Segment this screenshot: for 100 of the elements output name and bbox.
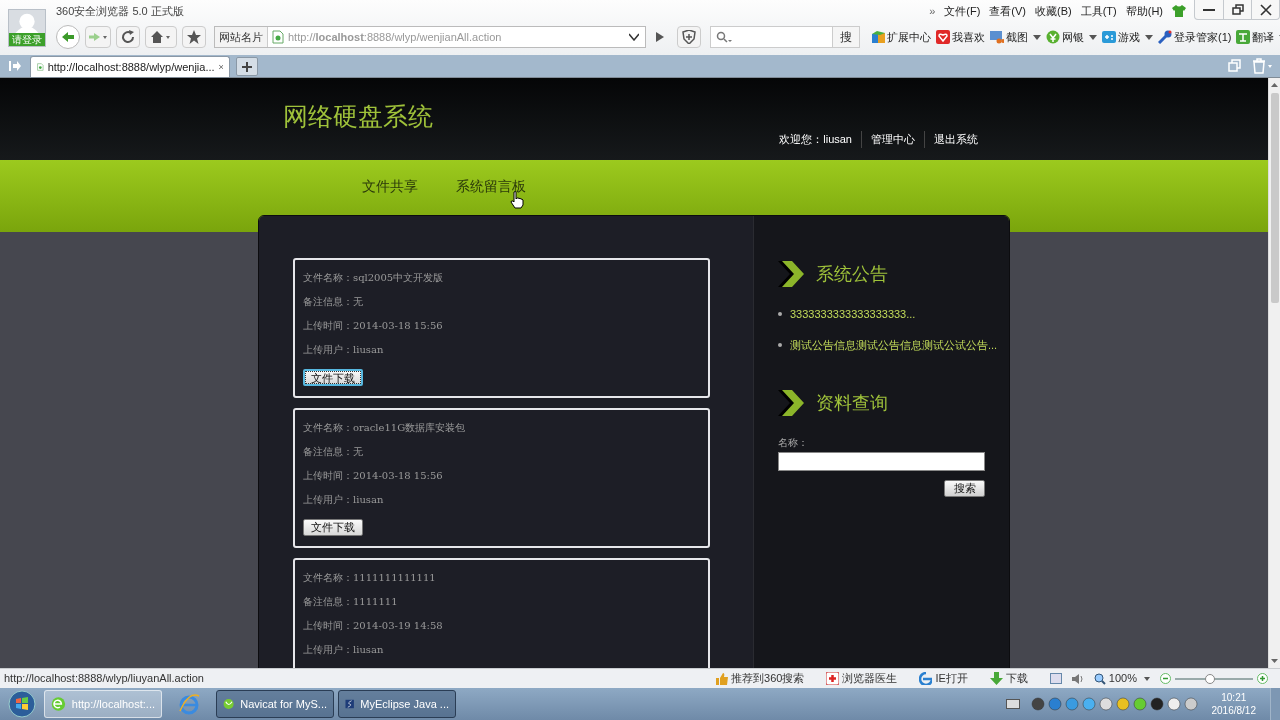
zoom-in-icon[interactable] <box>1257 673 1268 684</box>
plus-icon <box>242 61 252 72</box>
restore-icon <box>1231 3 1244 16</box>
toolbar-button[interactable]: 网银 <box>1046 27 1097 47</box>
header-link[interactable]: 退出系统 <box>924 131 987 148</box>
name-input-field[interactable] <box>778 452 985 471</box>
search-button[interactable]: 搜 <box>832 27 859 47</box>
section-title: 资料查询 <box>816 391 888 415</box>
section-title: 系统公告 <box>816 262 888 286</box>
keyboard-icon[interactable] <box>1005 699 1020 709</box>
start-orb-icon <box>8 690 36 718</box>
menu-item[interactable]: 收藏(B) <box>1035 2 1072 20</box>
toolbar-button[interactable]: 截图 <box>990 27 1041 47</box>
windows-icon[interactable] <box>1228 59 1242 73</box>
bullet <box>778 342 782 347</box>
tray-icon[interactable] <box>1166 697 1181 711</box>
toolbar-button[interactable]: 扩展中心 <box>871 27 931 47</box>
notice-link[interactable]: 3333333333333333333... <box>790 306 916 323</box>
trash-icon[interactable] <box>1252 58 1272 74</box>
file-info-text: 上传时间：2014-03-19 14:58 <box>303 619 444 633</box>
security-button[interactable] <box>677 26 701 48</box>
overflow-chevron[interactable]: » <box>929 2 936 20</box>
menu-item[interactable]: 查看(V) <box>989 2 1026 20</box>
close-icon <box>1259 3 1272 16</box>
new-tab-button[interactable] <box>236 57 258 76</box>
nav-link[interactable]: 文件共享 <box>362 176 418 196</box>
toolbar-app-icon <box>1158 30 1172 44</box>
notice-link[interactable]: 测试公告信息测试公告信息测试公试公告... <box>790 336 998 353</box>
file-info-text: 上传用户：liusan <box>303 643 385 657</box>
file-info-text: 上传用户：liusan <box>303 343 385 357</box>
menu-item[interactable]: 工具(T) <box>1080 2 1117 20</box>
home-button[interactable] <box>145 26 177 48</box>
tray-icon[interactable] <box>1149 697 1164 711</box>
favorite-button[interactable] <box>182 26 206 48</box>
menu-item[interactable]: 帮助(H) <box>1125 2 1163 20</box>
toolbar-app-icon <box>871 30 885 44</box>
refresh-button[interactable] <box>116 26 140 48</box>
taskbar-button[interactable]: MyEclipse Java ... <box>338 690 456 718</box>
home-icon <box>150 30 172 44</box>
status-item-icon <box>715 672 729 685</box>
tshirt-icon[interactable] <box>1172 5 1186 17</box>
toolbar-button[interactable]: 游戏 <box>1102 27 1153 47</box>
star-icon <box>187 30 201 44</box>
field-label: 名称： <box>778 436 809 450</box>
toolbar-button[interactable]: 登录管家(1) <box>1158 27 1232 47</box>
speaker-icon[interactable] <box>1071 672 1084 685</box>
status-button[interactable]: 推荐到360搜索 <box>715 670 805 687</box>
toolbar-app-icon <box>936 30 950 44</box>
status-url: http://localhost:8888/wlyp/liuyanAll.action <box>4 671 205 687</box>
clock-date: 2016/8/12 <box>1211 704 1256 717</box>
window-icon[interactable] <box>1049 673 1062 684</box>
scrollbar-thumb[interactable] <box>1270 93 1279 303</box>
scrollbar[interactable] <box>1268 78 1280 668</box>
tray-icon[interactable] <box>1183 697 1198 711</box>
header-link[interactable]: 管理中心 <box>861 131 924 148</box>
download-button[interactable]: 文件下载 <box>303 519 363 536</box>
dropdown-caret-icon[interactable] <box>629 33 639 41</box>
tray-icon[interactable] <box>1030 697 1045 711</box>
window-title: 360安全浏览器 5.0 正式版 <box>56 4 184 19</box>
taskbar-button[interactable]: Navicat for MyS... <box>216 690 334 718</box>
toolbar-app-icon <box>1046 30 1060 44</box>
search-field[interactable]: 搜 <box>710 26 860 48</box>
close-icon[interactable] <box>218 63 223 71</box>
search-icon <box>716 31 732 43</box>
site-card-dropdown[interactable]: 网站名片 <box>215 27 268 47</box>
address-bar[interactable]: 网站名片 http://localhost:8888/wlyp/wenjianAll.action <box>214 26 646 48</box>
file-info-text: 文件名称：1111111111111 <box>303 571 437 585</box>
nav-link[interactable]: 系统留言板 <box>456 176 526 196</box>
file-info-text: 备注信息：无 <box>303 295 364 309</box>
toolbar-button[interactable]: 我喜欢 <box>936 27 985 47</box>
status-item-icon <box>919 672 933 685</box>
tray-icon[interactable] <box>1115 697 1130 711</box>
zoom-button[interactable]: 100% <box>1093 670 1150 687</box>
file-info-text: 备注信息：无 <box>303 445 364 459</box>
download-button[interactable]: 文件下载 <box>303 369 363 386</box>
browser-tab[interactable]: http://localhost:8888/wlyp/wenjia... <box>30 56 230 77</box>
file-info-text: 文件名称：sql2005中文开发版 <box>303 271 445 285</box>
tray-icon[interactable] <box>1098 697 1113 711</box>
back-button[interactable] <box>56 25 80 49</box>
zoom-out-icon[interactable] <box>1160 673 1171 684</box>
status-button[interactable]: 浏览器医生 <box>826 670 898 687</box>
play-icon <box>656 32 664 42</box>
scroll-down-icon <box>1271 659 1278 663</box>
search-button[interactable]: 搜索 <box>944 480 985 497</box>
toolbar-app-icon <box>1236 30 1251 44</box>
refresh-icon <box>121 30 135 44</box>
shield-icon <box>682 30 696 44</box>
toolbar-app-icon <box>990 30 1004 44</box>
toolbar-button[interactable]: 翻译 <box>1236 27 1280 47</box>
chevron-icon <box>778 390 806 416</box>
clock-time: 10:21 <box>1221 691 1247 704</box>
status-button[interactable]: 下载 <box>989 670 1028 687</box>
file-info-text: 上传时间：2014-03-18 15:56 <box>303 469 444 483</box>
status-item-icon <box>989 672 1003 685</box>
menu-item[interactable]: 文件(F) <box>944 2 981 20</box>
zoom-slider-thumb[interactable] <box>1205 673 1216 684</box>
welcome-text: 欢迎您：liusan <box>779 132 853 147</box>
status-button[interactable]: IE打开 <box>919 670 968 687</box>
scroll-up-icon <box>1271 83 1278 87</box>
file-info-text: 上传时间：2014-03-18 15:56 <box>303 319 444 333</box>
